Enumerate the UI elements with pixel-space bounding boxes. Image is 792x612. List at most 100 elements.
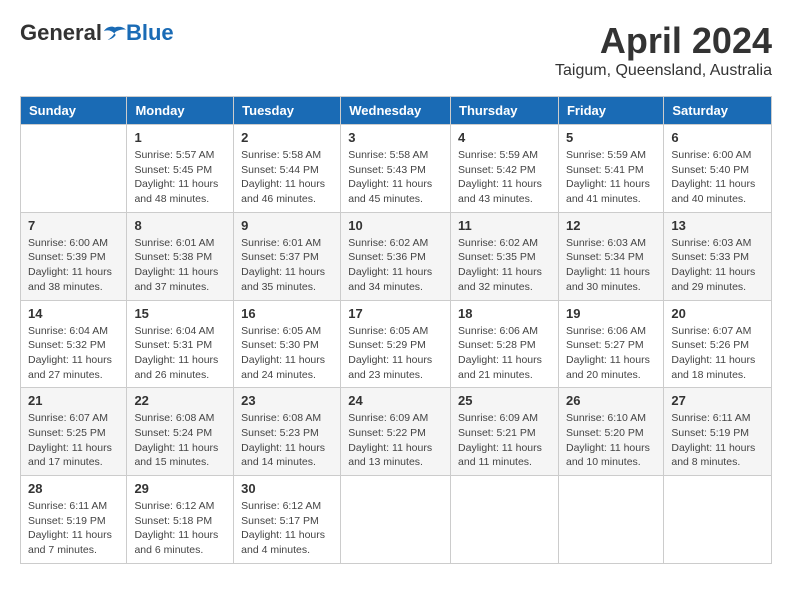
- calendar-cell: 21 Sunrise: 6:07 AM Sunset: 5:25 PM Dayli…: [21, 388, 127, 476]
- calendar-cell: 20 Sunrise: 6:07 AM Sunset: 5:26 PM Dayli…: [664, 300, 772, 388]
- day-number: 29: [134, 481, 226, 496]
- day-info: Sunrise: 6:07 AM Sunset: 5:26 PM Dayligh…: [671, 324, 764, 383]
- calendar-week-row: 7 Sunrise: 6:00 AM Sunset: 5:39 PM Daylig…: [21, 212, 772, 300]
- day-number: 2: [241, 130, 333, 145]
- calendar-cell: 28 Sunrise: 6:11 AM Sunset: 5:19 PM Dayli…: [21, 476, 127, 564]
- day-info: Sunrise: 6:04 AM Sunset: 5:32 PM Dayligh…: [28, 324, 119, 383]
- page-header: General Blue April 2024 Taigum, Queensla…: [20, 20, 772, 80]
- day-number: 3: [348, 130, 443, 145]
- calendar-week-row: 21 Sunrise: 6:07 AM Sunset: 5:25 PM Dayli…: [21, 388, 772, 476]
- calendar-cell: 13 Sunrise: 6:03 AM Sunset: 5:33 PM Dayli…: [664, 212, 772, 300]
- day-info: Sunrise: 6:07 AM Sunset: 5:25 PM Dayligh…: [28, 411, 119, 470]
- day-number: 13: [671, 218, 764, 233]
- calendar-cell: 16 Sunrise: 6:05 AM Sunset: 5:30 PM Dayli…: [234, 300, 341, 388]
- day-number: 25: [458, 393, 551, 408]
- day-number: 7: [28, 218, 119, 233]
- calendar-cell: [664, 476, 772, 564]
- day-number: 15: [134, 306, 226, 321]
- calendar-cell: 15 Sunrise: 6:04 AM Sunset: 5:31 PM Dayli…: [127, 300, 234, 388]
- calendar-cell: 14 Sunrise: 6:04 AM Sunset: 5:32 PM Dayli…: [21, 300, 127, 388]
- calendar-week-row: 1 Sunrise: 5:57 AM Sunset: 5:45 PM Daylig…: [21, 125, 772, 213]
- calendar-cell: 7 Sunrise: 6:00 AM Sunset: 5:39 PM Daylig…: [21, 212, 127, 300]
- day-number: 20: [671, 306, 764, 321]
- day-number: 9: [241, 218, 333, 233]
- day-info: Sunrise: 6:10 AM Sunset: 5:20 PM Dayligh…: [566, 411, 656, 470]
- day-info: Sunrise: 6:04 AM Sunset: 5:31 PM Dayligh…: [134, 324, 226, 383]
- calendar-cell: 29Sunrise: 6:12 AM Sunset: 5:18 PM Dayli…: [127, 476, 234, 564]
- calendar-cell: 23 Sunrise: 6:08 AM Sunset: 5:23 PM Dayli…: [234, 388, 341, 476]
- calendar-cell: 3Sunrise: 5:58 AM Sunset: 5:43 PM Daylig…: [341, 125, 451, 213]
- calendar-cell: [558, 476, 663, 564]
- calendar-cell: 27 Sunrise: 6:11 AM Sunset: 5:19 PM Dayli…: [664, 388, 772, 476]
- day-info: Sunrise: 6:02 AM Sunset: 5:35 PM Dayligh…: [458, 236, 551, 295]
- calendar-header-monday: Monday: [127, 97, 234, 125]
- calendar-cell: 12 Sunrise: 6:03 AM Sunset: 5:34 PM Dayli…: [558, 212, 663, 300]
- day-info: Sunrise: 6:03 AM Sunset: 5:34 PM Dayligh…: [566, 236, 656, 295]
- calendar-cell: 26 Sunrise: 6:10 AM Sunset: 5:20 PM Dayli…: [558, 388, 663, 476]
- day-info: Sunrise: 6:00 AM Sunset: 5:40 PM Dayligh…: [671, 148, 764, 207]
- day-number: 16: [241, 306, 333, 321]
- day-info: Sunrise: 6:11 AM Sunset: 5:19 PM Dayligh…: [28, 499, 119, 558]
- day-info: Sunrise: 6:09 AM Sunset: 5:21 PM Dayligh…: [458, 411, 551, 470]
- day-info: Sunrise: 6:00 AM Sunset: 5:39 PM Dayligh…: [28, 236, 119, 295]
- calendar-cell: [21, 125, 127, 213]
- day-info: Sunrise: 6:05 AM Sunset: 5:30 PM Dayligh…: [241, 324, 333, 383]
- calendar-header-wednesday: Wednesday: [341, 97, 451, 125]
- calendar-header-row: SundayMondayTuesdayWednesdayThursdayFrid…: [21, 97, 772, 125]
- day-number: 14: [28, 306, 119, 321]
- day-info: Sunrise: 5:58 AM Sunset: 5:44 PM Dayligh…: [241, 148, 333, 207]
- day-info: Sunrise: 6:12 AM Sunset: 5:17 PM Dayligh…: [241, 499, 333, 558]
- day-number: 26: [566, 393, 656, 408]
- month-title: April 2024: [555, 20, 772, 62]
- day-number: 22: [134, 393, 226, 408]
- day-number: 24: [348, 393, 443, 408]
- day-info: Sunrise: 5:59 AM Sunset: 5:42 PM Dayligh…: [458, 148, 551, 207]
- calendar-cell: 1 Sunrise: 5:57 AM Sunset: 5:45 PM Daylig…: [127, 125, 234, 213]
- calendar-header-saturday: Saturday: [664, 97, 772, 125]
- logo-blue-text: Blue: [126, 20, 174, 46]
- calendar-header-friday: Friday: [558, 97, 663, 125]
- calendar-cell: 22Sunrise: 6:08 AM Sunset: 5:24 PM Dayli…: [127, 388, 234, 476]
- calendar-cell: 24Sunrise: 6:09 AM Sunset: 5:22 PM Dayli…: [341, 388, 451, 476]
- location-text: Taigum, Queensland, Australia: [555, 62, 772, 80]
- day-info: Sunrise: 6:02 AM Sunset: 5:36 PM Dayligh…: [348, 236, 443, 295]
- calendar-body: 1 Sunrise: 5:57 AM Sunset: 5:45 PM Daylig…: [21, 125, 772, 564]
- day-number: 28: [28, 481, 119, 496]
- calendar-week-row: 28 Sunrise: 6:11 AM Sunset: 5:19 PM Dayli…: [21, 476, 772, 564]
- day-number: 10: [348, 218, 443, 233]
- day-info: Sunrise: 6:11 AM Sunset: 5:19 PM Dayligh…: [671, 411, 764, 470]
- day-info: Sunrise: 5:57 AM Sunset: 5:45 PM Dayligh…: [134, 148, 226, 207]
- calendar-header-thursday: Thursday: [451, 97, 559, 125]
- calendar-cell: [451, 476, 559, 564]
- calendar-table: SundayMondayTuesdayWednesdayThursdayFrid…: [20, 96, 772, 564]
- day-number: 19: [566, 306, 656, 321]
- day-info: Sunrise: 6:03 AM Sunset: 5:33 PM Dayligh…: [671, 236, 764, 295]
- day-number: 12: [566, 218, 656, 233]
- logo-general-text: General: [20, 20, 102, 46]
- calendar-cell: 11 Sunrise: 6:02 AM Sunset: 5:35 PM Dayli…: [451, 212, 559, 300]
- calendar-cell: 2 Sunrise: 5:58 AM Sunset: 5:44 PM Daylig…: [234, 125, 341, 213]
- day-info: Sunrise: 6:06 AM Sunset: 5:27 PM Dayligh…: [566, 324, 656, 383]
- day-number: 23: [241, 393, 333, 408]
- calendar-cell: 9Sunrise: 6:01 AM Sunset: 5:37 PM Daylig…: [234, 212, 341, 300]
- calendar-cell: 17Sunrise: 6:05 AM Sunset: 5:29 PM Dayli…: [341, 300, 451, 388]
- day-info: Sunrise: 6:01 AM Sunset: 5:38 PM Dayligh…: [134, 236, 226, 295]
- calendar-cell: 8 Sunrise: 6:01 AM Sunset: 5:38 PM Daylig…: [127, 212, 234, 300]
- calendar-cell: 18Sunrise: 6:06 AM Sunset: 5:28 PM Dayli…: [451, 300, 559, 388]
- day-number: 30: [241, 481, 333, 496]
- logo-bird-icon: [104, 22, 126, 44]
- calendar-cell: 30 Sunrise: 6:12 AM Sunset: 5:17 PM Dayli…: [234, 476, 341, 564]
- day-number: 4: [458, 130, 551, 145]
- day-number: 5: [566, 130, 656, 145]
- day-number: 1: [134, 130, 226, 145]
- day-number: 11: [458, 218, 551, 233]
- calendar-cell: 19 Sunrise: 6:06 AM Sunset: 5:27 PM Dayli…: [558, 300, 663, 388]
- day-number: 8: [134, 218, 226, 233]
- day-info: Sunrise: 6:08 AM Sunset: 5:23 PM Dayligh…: [241, 411, 333, 470]
- calendar-cell: 4 Sunrise: 5:59 AM Sunset: 5:42 PM Daylig…: [451, 125, 559, 213]
- day-number: 27: [671, 393, 764, 408]
- day-number: 17: [348, 306, 443, 321]
- day-number: 21: [28, 393, 119, 408]
- calendar-header-tuesday: Tuesday: [234, 97, 341, 125]
- calendar-header-sunday: Sunday: [21, 97, 127, 125]
